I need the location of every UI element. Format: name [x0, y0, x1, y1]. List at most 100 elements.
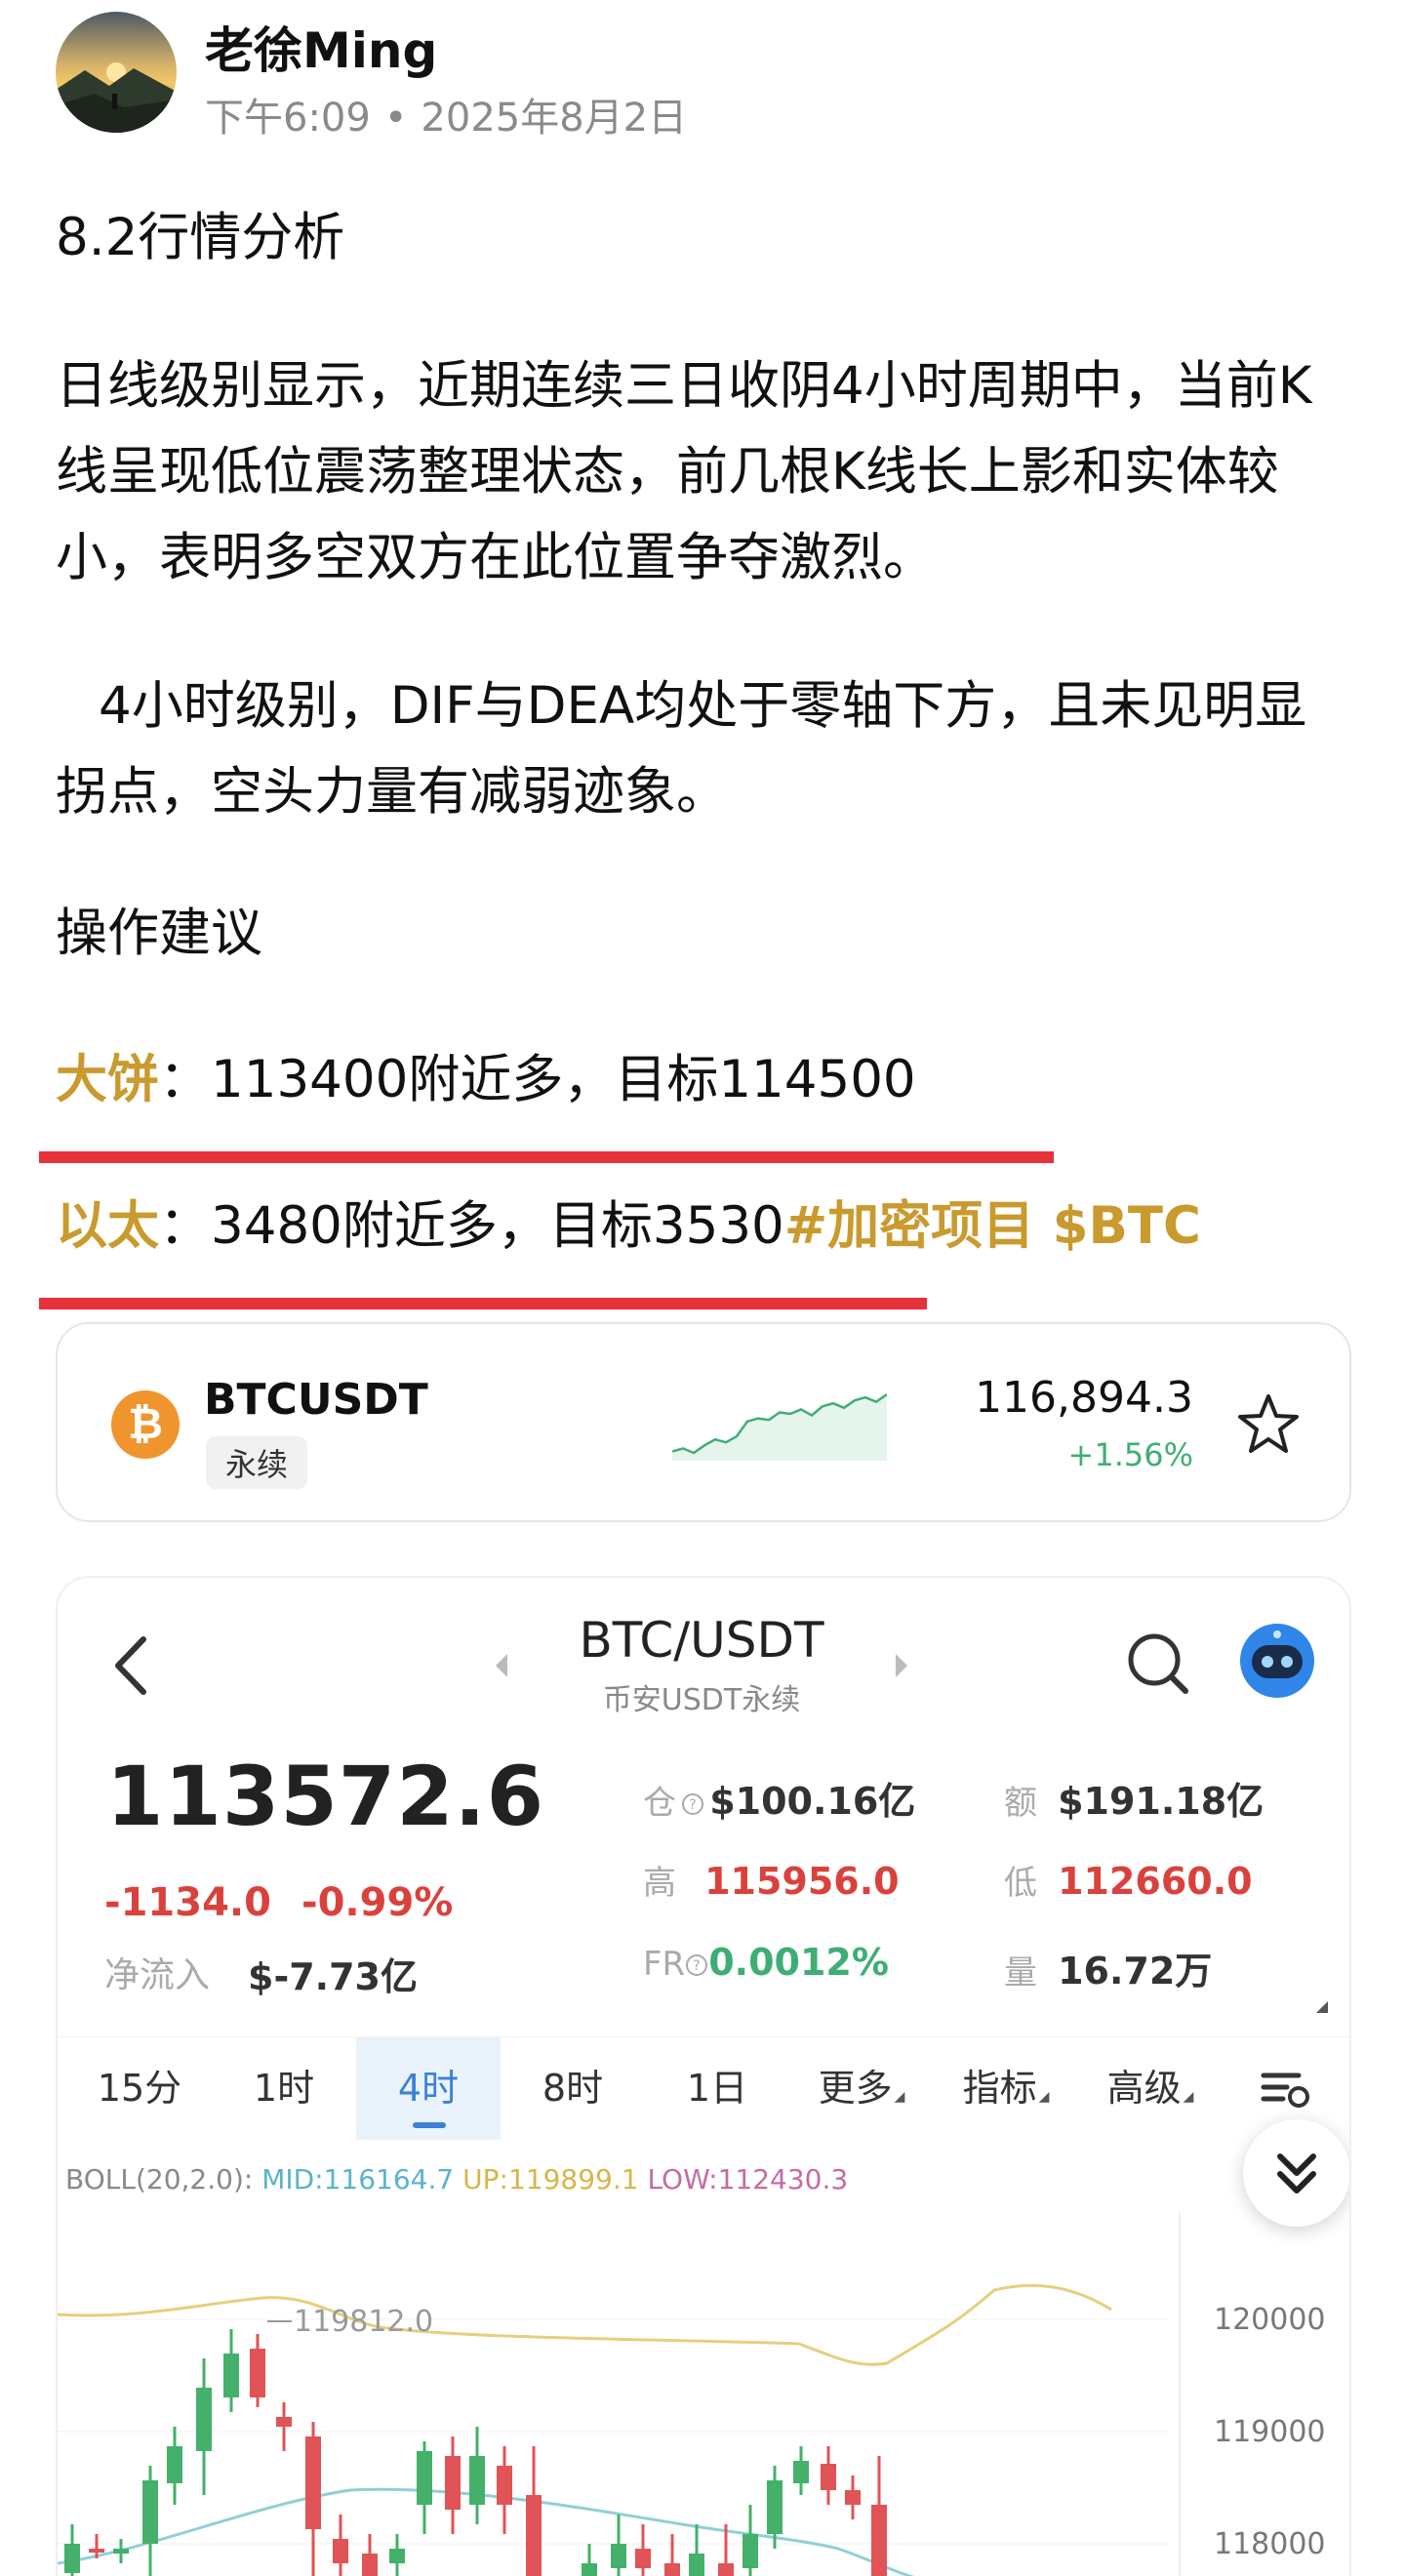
candle-down	[445, 2456, 461, 2510]
candle-down	[89, 2549, 104, 2553]
boll-mid-line	[58, 2487, 915, 2576]
sparkline-area	[672, 1394, 887, 1461]
eth-underline	[39, 1298, 927, 1309]
info-icon[interactable]: ?	[681, 1792, 704, 1816]
timeframe-tabs: 15分 1时 4时 8时 1日 更多 ◢ 指标 ◢ 高级 ◢	[58, 2036, 1349, 2140]
boll-indicator: BOLL(20,2.0): MID:116164.7 UP:119899.1 L…	[65, 2163, 848, 2195]
eth-advice-text: ：3480附近多，目标3530	[159, 1196, 784, 1256]
meta-separator: •	[383, 96, 408, 141]
search-icon[interactable]	[1121, 1627, 1194, 1700]
tab-label: 高级	[1106, 2067, 1182, 2110]
open-interest: 仓 ? $100.16亿	[643, 1771, 915, 1825]
advice-heading: 操作建议	[56, 904, 262, 963]
chart-settings-icon[interactable]	[1258, 2066, 1316, 2114]
sparkline-chart	[672, 1392, 887, 1461]
post-paragraph-2: 4小时级别，DIF与DEA均处于零轴下方，且未见明显拐点，空头力量有减弱迹象。	[56, 676, 1307, 822]
info-icon[interactable]: ?	[685, 1953, 708, 1977]
btc-advice: 大饼：113400附近多，目标114500	[56, 1037, 1353, 1123]
pair-subtitle: 币安USDT永续	[602, 1683, 801, 1717]
tab-label: 15分	[97, 2067, 182, 2110]
btc-advice-text: ：113400附近多，目标114500	[159, 1050, 916, 1109]
tab-4[interactable]: 1日	[645, 2037, 789, 2140]
author-name[interactable]: 老徐Ming	[205, 12, 437, 82]
candle-down	[635, 2549, 651, 2568]
high-label: 高	[643, 1864, 676, 1903]
post-paragraph-1: 日线级别显示，近期连续三日收阴4小时周期中，当前K线呈现低位震荡整理状态，前几根…	[56, 356, 1312, 587]
ticker-symbol: BTCUSDT	[204, 1375, 428, 1425]
candle-down	[526, 2495, 542, 2576]
ticker-change: +1.56%	[1067, 1436, 1193, 1473]
expand-corner-icon[interactable]	[1314, 1999, 1330, 2015]
candle-up	[417, 2451, 432, 2505]
post-time: 下午6:09	[205, 96, 371, 141]
post-title: 8.2行情分析	[56, 208, 345, 267]
y-axis-label: 119000	[1214, 2415, 1326, 2449]
svg-text:?: ?	[689, 1797, 696, 1813]
candle-down	[276, 2417, 292, 2427]
candle-up	[582, 2563, 597, 2576]
high-24h: 高 115956.0	[643, 1856, 900, 1904]
volume-value: 16.72万	[1058, 1950, 1213, 1992]
y-axis-label: 118000	[1214, 2527, 1326, 2561]
candlestick-chart[interactable]: 120000 119000 118000 119812.0	[58, 2212, 1351, 2576]
boll-upper-line	[58, 2283, 1112, 2366]
low-24h: 低 112660.0	[1004, 1856, 1253, 1904]
back-arrow-icon[interactable]	[106, 1631, 155, 1700]
candle-up	[767, 2480, 783, 2534]
btc-underline	[39, 1151, 1054, 1163]
svg-text:?: ?	[693, 1958, 700, 1974]
candle-up	[64, 2544, 80, 2573]
btc-label: 大饼	[56, 1050, 159, 1109]
avatar[interactable]	[56, 12, 177, 133]
candle-down	[250, 2349, 265, 2397]
prev-pair-icon[interactable]	[492, 1651, 511, 1680]
dropdown-caret-icon: ◢	[1183, 2089, 1194, 2105]
pair-title[interactable]: BTC/USDT	[536, 1612, 867, 1669]
oi-value: $100.16亿	[709, 1780, 916, 1823]
oi-label: 仓	[643, 1784, 676, 1823]
candle-up	[689, 2554, 704, 2576]
candle-up	[167, 2446, 182, 2483]
eth-label: 以太	[56, 1196, 159, 1256]
ticker-card[interactable]: ₿ BTCUSDT 永续 116,894.3 +1.56%	[56, 1322, 1351, 1522]
boll-up: UP:119899.1	[462, 2163, 639, 2195]
fr-value: 0.0012%	[708, 1941, 889, 1984]
collapse-button[interactable]	[1243, 2119, 1349, 2227]
ticker-price: 116,894.3	[975, 1373, 1193, 1423]
tab-2[interactable]: 4时	[356, 2037, 501, 2140]
tab-label: 8时	[542, 2067, 604, 2110]
price-change-percent: -0.99%	[301, 1880, 454, 1925]
tab-label: 1时	[253, 2067, 315, 2110]
tab-label: 4时	[397, 2067, 460, 2110]
trading-panel: BTC/USDT 币安USDT永续 113572.6 -1134.0 -0.99…	[56, 1576, 1351, 2576]
tab-5[interactable]: 更多 ◢	[789, 2037, 934, 2140]
candle-up	[389, 2549, 405, 2563]
tab-0[interactable]: 15分	[67, 2037, 212, 2140]
last-price: 113572.6	[106, 1749, 545, 1844]
eth-advice: 以太：3480附近多，目标3530#加密项目 $BTC	[56, 1184, 1353, 1269]
candle-up	[611, 2544, 626, 2568]
candle-up	[793, 2461, 809, 2483]
candle-up	[196, 2388, 212, 2451]
tab-6[interactable]: 指标 ◢	[934, 2037, 1078, 2140]
dropdown-caret-icon: ◢	[894, 2089, 905, 2105]
active-tab-indicator	[413, 2122, 446, 2128]
candle-up	[743, 2534, 758, 2568]
candle-up	[223, 2354, 239, 2397]
tab-label: 指标	[962, 2067, 1037, 2110]
star-icon[interactable]	[1234, 1390, 1303, 1459]
hashtags-link[interactable]: #加密项目 $BTC	[784, 1196, 1201, 1256]
ai-assistant-icon[interactable]	[1238, 1622, 1316, 1700]
net-inflow-value: $-7.73亿	[248, 1955, 418, 1998]
candle-up	[469, 2456, 485, 2505]
tab-3[interactable]: 8时	[501, 2037, 645, 2140]
bitcoin-icon: ₿	[111, 1390, 180, 1459]
candle-up	[142, 2480, 158, 2544]
boll-low: LOW:112430.3	[647, 2163, 849, 2195]
candle-down	[718, 2563, 734, 2576]
tab-1[interactable]: 1时	[212, 2037, 356, 2140]
candle-down	[333, 2539, 348, 2563]
boll-mid: MID:116164.7	[261, 2163, 455, 2195]
next-pair-icon[interactable]	[892, 1651, 911, 1680]
tab-7[interactable]: 高级 ◢	[1078, 2037, 1223, 2140]
